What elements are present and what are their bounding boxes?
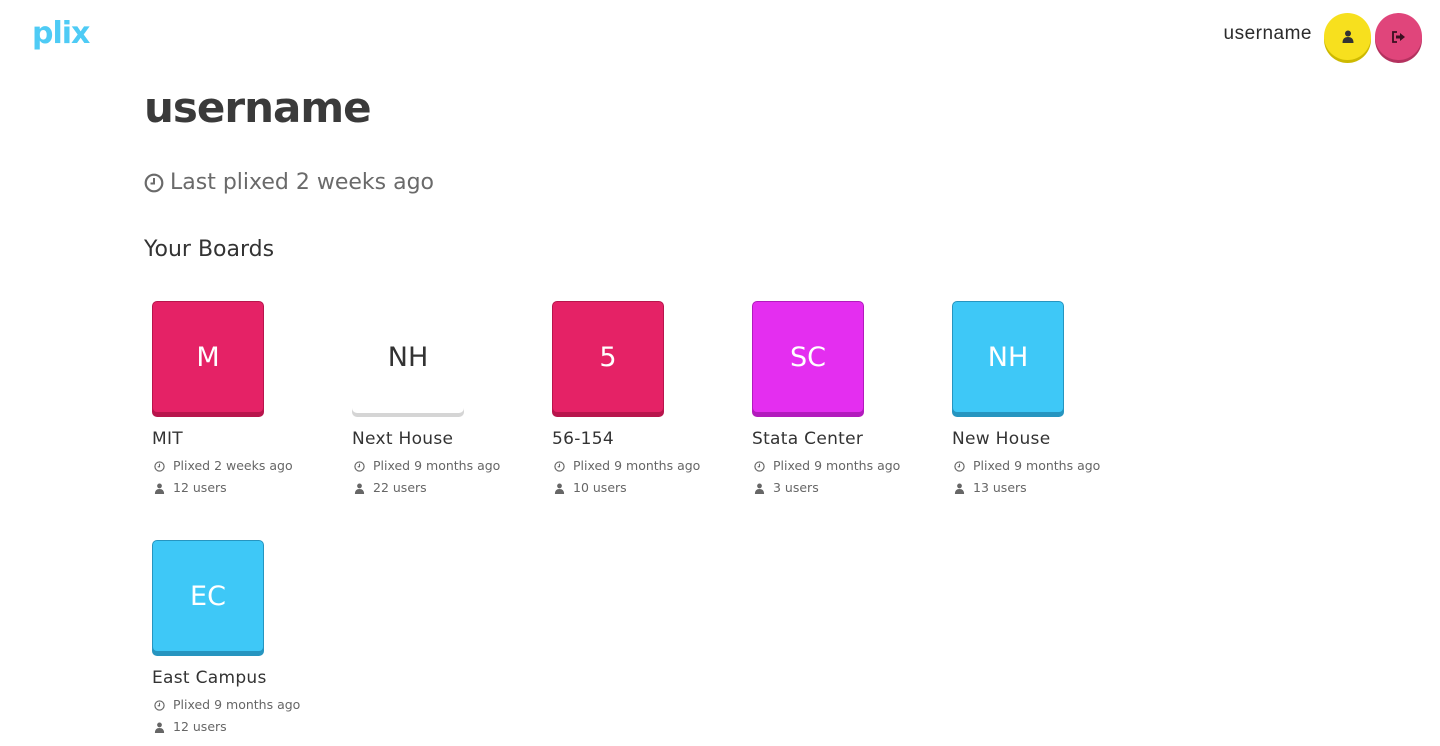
last-plixed-text: Last plixed 2 weeks ago bbox=[170, 170, 434, 195]
profile-button[interactable] bbox=[1324, 13, 1371, 60]
board-tile[interactable]: 5 bbox=[552, 301, 664, 413]
board-name[interactable]: East Campus bbox=[152, 668, 352, 688]
board-user-count: 12 users bbox=[152, 716, 352, 738]
board-plixed-text: Plixed 9 months ago bbox=[973, 458, 1101, 473]
board-tile[interactable]: EC bbox=[152, 540, 264, 652]
board-name[interactable]: MIT bbox=[152, 429, 352, 449]
board-plixed-text: Plixed 9 months ago bbox=[173, 697, 301, 712]
user-icon bbox=[154, 483, 165, 494]
user-icon bbox=[554, 483, 565, 494]
board-name[interactable]: Stata Center bbox=[752, 429, 952, 449]
clock-icon bbox=[754, 460, 765, 472]
board-tile[interactable]: NH bbox=[952, 301, 1064, 413]
board-tile[interactable]: M bbox=[152, 301, 264, 413]
board-card: SC Stata Center Plixed 9 months ago 3 users bbox=[752, 301, 952, 499]
board-plixed-text: Plixed 9 months ago bbox=[373, 458, 501, 473]
user-icon bbox=[754, 483, 765, 494]
header-username: username bbox=[1223, 23, 1312, 44]
plix-logo[interactable]: plix bbox=[32, 16, 90, 52]
board-card: NH Next House Plixed 9 months ago 22 users bbox=[352, 301, 552, 499]
board-plixed-text: Plixed 9 months ago bbox=[773, 458, 901, 473]
user-icon bbox=[954, 483, 965, 494]
user-icon bbox=[354, 483, 365, 494]
board-last-plixed: Plixed 9 months ago bbox=[552, 455, 752, 477]
user-icon bbox=[154, 722, 165, 733]
board-last-plixed: Plixed 9 months ago bbox=[352, 455, 552, 477]
board-user-count: 3 users bbox=[752, 477, 952, 499]
user-icon bbox=[1342, 30, 1353, 43]
clock-icon bbox=[144, 173, 164, 192]
board-users-text: 12 users bbox=[173, 480, 227, 495]
board-card: NH New House Plixed 9 months ago 13 users bbox=[952, 301, 1152, 499]
clock-icon bbox=[554, 460, 565, 472]
board-users-text: 12 users bbox=[173, 719, 227, 734]
last-plixed-status: Last plixed 2 weeks ago bbox=[144, 170, 434, 195]
sign-out-icon bbox=[1391, 30, 1405, 43]
board-tile[interactable]: NH bbox=[352, 301, 464, 413]
board-user-count: 10 users bbox=[552, 477, 752, 499]
board-user-count: 12 users bbox=[152, 477, 352, 499]
logout-button[interactable] bbox=[1375, 13, 1422, 60]
board-users-text: 22 users bbox=[373, 480, 427, 495]
board-plixed-text: Plixed 9 months ago bbox=[573, 458, 701, 473]
board-last-plixed: Plixed 9 months ago bbox=[752, 455, 952, 477]
boards-section-title: Your Boards bbox=[144, 237, 275, 262]
board-last-plixed: Plixed 2 weeks ago bbox=[152, 455, 352, 477]
board-name[interactable]: New House bbox=[952, 429, 1152, 449]
clock-icon bbox=[154, 699, 165, 711]
page-title: username bbox=[144, 83, 372, 132]
board-user-count: 13 users bbox=[952, 477, 1152, 499]
board-tile[interactable]: SC bbox=[752, 301, 864, 413]
clock-icon bbox=[154, 460, 165, 472]
board-user-count: 22 users bbox=[352, 477, 552, 499]
board-users-text: 3 users bbox=[773, 480, 819, 495]
board-users-text: 10 users bbox=[573, 480, 627, 495]
board-plixed-text: Plixed 2 weeks ago bbox=[173, 458, 293, 473]
clock-icon bbox=[954, 460, 965, 472]
board-card: M MIT Plixed 2 weeks ago 12 users bbox=[152, 301, 352, 499]
board-name[interactable]: 56-154 bbox=[552, 429, 752, 449]
board-last-plixed: Plixed 9 months ago bbox=[952, 455, 1152, 477]
board-card: EC East Campus Plixed 9 months ago 12 users bbox=[152, 540, 352, 738]
board-card: 5 56-154 Plixed 9 months ago 10 users bbox=[552, 301, 752, 499]
board-users-text: 13 users bbox=[973, 480, 1027, 495]
board-last-plixed: Plixed 9 months ago bbox=[152, 694, 352, 716]
board-name[interactable]: Next House bbox=[352, 429, 552, 449]
clock-icon bbox=[354, 460, 365, 472]
